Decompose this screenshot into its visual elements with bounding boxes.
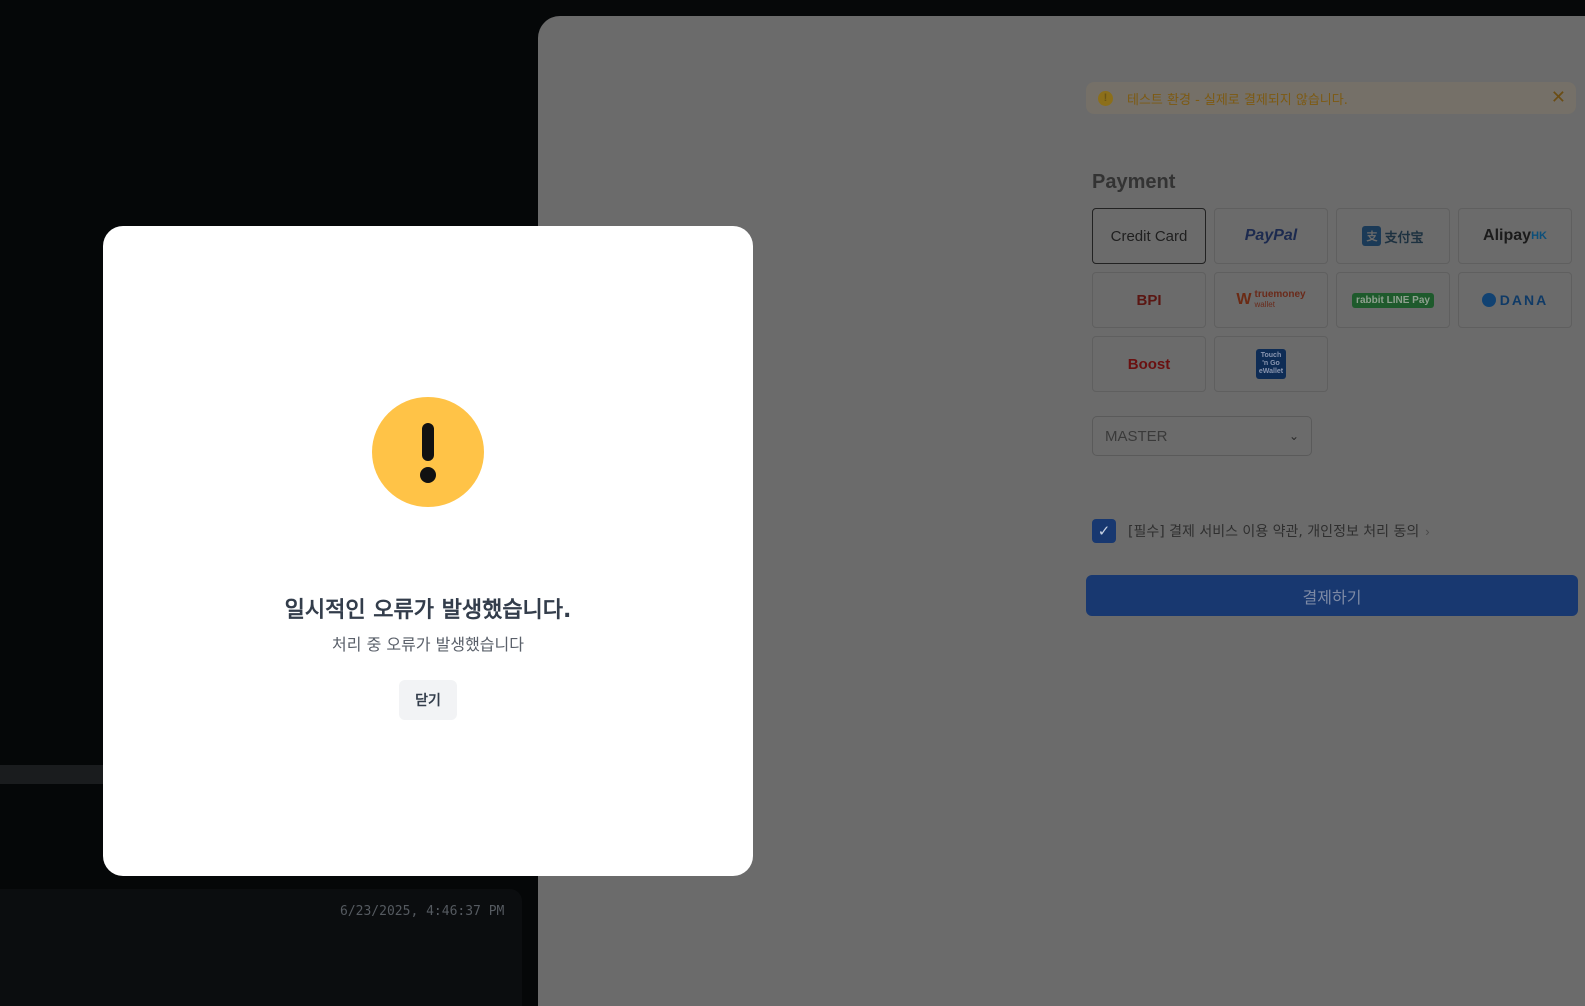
exclamation-warning-icon — [372, 397, 484, 507]
method-paypal[interactable]: PayPal — [1214, 208, 1328, 264]
method-touchngo[interactable]: Touch 'n Go eWallet — [1214, 336, 1328, 392]
background-row — [0, 765, 110, 784]
banner-text: 테스트 환경 - 실제로 결제되지 않습니다. — [1127, 92, 1348, 108]
close-icon[interactable]: ✕ — [1551, 87, 1566, 107]
method-alipayhk[interactable]: Alipay HK — [1458, 208, 1572, 264]
chevron-right-icon[interactable]: › — [1425, 524, 1429, 539]
alipayhk-logo: Alipay — [1483, 227, 1532, 244]
paypal-logo: PayPal — [1244, 227, 1298, 244]
method-truemoney[interactable]: W truemoney wallet — [1214, 272, 1328, 328]
payment-method-grid: Credit Card PayPal 支 支付宝 Alipay HK BPI W … — [1092, 208, 1572, 392]
card-brand-value: MASTER — [1105, 427, 1168, 445]
test-env-banner: ! 테스트 환경 - 실제로 결제되지 않습니다. ✕ — [1086, 82, 1576, 114]
method-boost[interactable]: Boost — [1092, 336, 1206, 392]
bpi-logo: BPI — [1136, 291, 1162, 309]
pay-button[interactable]: 결제하기 — [1086, 575, 1578, 616]
method-dana[interactable]: DANA — [1458, 272, 1572, 328]
alipay-logo: 支付宝 — [1384, 229, 1424, 245]
pay-button-label: 결제하기 — [1302, 587, 1362, 607]
dana-icon — [1481, 293, 1496, 307]
alipayhk-suffix: HK — [1531, 230, 1547, 242]
close-button[interactable]: 닫기 — [399, 680, 457, 720]
terms-agreement[interactable]: ✓ [필수] 결제 서비스 이용 약관, 개인정보 처리 동의 › — [1092, 519, 1430, 543]
method-alipay[interactable]: 支 支付宝 — [1336, 208, 1450, 264]
warning-circle-icon: ! — [1098, 90, 1113, 106]
dana-logo: DANA — [1499, 292, 1549, 308]
method-label: Credit Card — [1110, 227, 1188, 245]
terms-label: [필수] 결제 서비스 이용 약관, 개인정보 처리 동의 — [1128, 524, 1420, 540]
method-rabbit-linepay[interactable]: rabbit LINE Pay — [1336, 272, 1450, 328]
modal-title: 일시적인 오류가 발생했습니다. — [284, 598, 572, 623]
terms-checkbox[interactable]: ✓ — [1092, 519, 1116, 543]
error-modal: 일시적인 오류가 발생했습니다. 처리 중 오류가 발생했습니다 닫기 — [103, 226, 753, 876]
touchngo-logo: Touch 'n Go eWallet — [1256, 349, 1286, 379]
card-brand-select[interactable]: MASTER ⌄ — [1092, 416, 1312, 456]
chevron-down-icon: ⌄ — [1288, 429, 1299, 443]
payment-title: Payment — [1092, 171, 1176, 193]
alipay-icon: 支 — [1362, 226, 1382, 246]
modal-message: 처리 중 오류가 발생했습니다 — [332, 635, 524, 654]
truemoney-logo: truemoney — [1254, 289, 1306, 300]
method-bpi[interactable]: BPI — [1092, 272, 1206, 328]
boost-logo: Boost — [1127, 355, 1171, 373]
truemoney-sub: wallet — [1254, 300, 1275, 309]
log-timestamp: 6/23/2025, 4:46:37 PM — [340, 904, 505, 919]
rabbit-linepay-logo: rabbit LINE Pay — [1352, 292, 1434, 308]
method-credit-card[interactable]: Credit Card — [1092, 208, 1206, 264]
truemoney-icon: W — [1236, 291, 1252, 308]
